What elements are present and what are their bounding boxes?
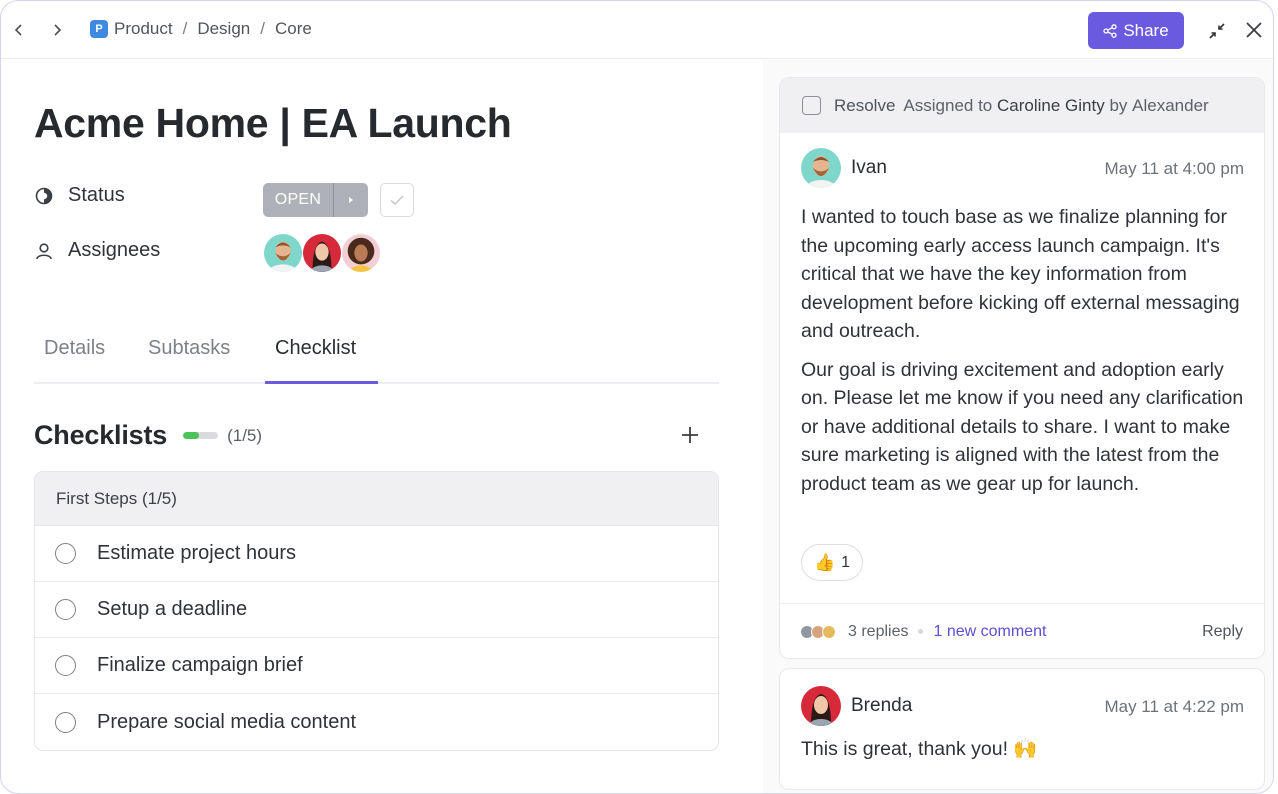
tab-subtasks[interactable]: Subtasks [148,337,230,360]
checklist-group: First Steps (1/5) Estimate project hours… [34,471,719,751]
reaction-count: 1 [841,553,851,571]
collapse-icon [1209,23,1225,39]
checklist-progress-fill [183,432,199,439]
status-next-button[interactable] [333,183,368,217]
status-field: Status [34,184,125,207]
reply-avatars [800,624,836,639]
assignee-list [263,233,381,273]
replies-link[interactable]: 3 replies [848,623,908,641]
comment-author: Brenda [851,695,913,716]
breadcrumb-core[interactable]: Core [275,19,312,39]
checklists-header: Checklists (1/5) [34,420,262,451]
comments-pane: Resolve Assigned to Caroline Ginty by Al… [763,60,1273,793]
tab-checklist[interactable]: Checklist [275,337,356,360]
checklist-group-title[interactable]: First Steps (1/5) [35,472,718,526]
mini-avatar [822,624,836,639]
assignees-label: Assignees [68,239,161,261]
checklist-item[interactable]: Prepare social media content [35,694,718,750]
comment: Brenda May 11 at 4:22 pm This is great, … [779,668,1265,790]
checklist-progress-count: (1/5) [227,425,263,445]
comment-thread: Resolve Assigned to Caroline Ginty by Al… [779,77,1265,659]
share-icon [1103,23,1117,38]
breadcrumb-separator: / [182,19,188,38]
task-window: P Product / Design / Core Share Acme Hom… [0,0,1274,794]
checklist-item-text: Setup a deadline [97,598,248,620]
thread-assigner: Alexander [1132,95,1209,115]
checklist-item[interactable]: Estimate project hours [35,526,718,582]
forward-button[interactable] [47,19,67,41]
checklist-item-text: Finalize campaign brief [97,654,303,676]
reply-button[interactable]: Reply [1202,623,1243,641]
checklists-title: Checklists [34,420,168,450]
comment-paragraph: I wanted to touch base as we finalize pl… [801,206,1240,342]
avatar-brenda[interactable] [302,233,342,273]
reaction-thumbs-up[interactable]: 👍 1 [801,544,863,581]
resolve-checkbox[interactable] [802,96,821,115]
thumbs-up-icon: 👍 [813,552,836,572]
space-icon: P [90,20,108,38]
comment-body: This is great, thank you! 🙌 [801,738,1038,760]
by-prefix: by [1109,95,1128,115]
plus-icon [682,427,698,443]
chevron-left-icon [14,24,22,36]
checklist-item-text: Estimate project hours [97,542,296,564]
comment-author: Ivan [851,157,887,178]
status-dropdown[interactable]: OPEN [263,183,368,217]
comment-header: Ivan May 11 at 4:00 pm [780,133,1264,193]
tab-details[interactable]: Details [44,337,105,360]
comment-time: May 11 at 4:00 pm [1104,159,1244,178]
assigned-prefix: Assigned to [903,95,993,115]
active-tab-indicator [265,381,378,384]
new-comment-link[interactable]: 1 new comment [933,623,1046,641]
status-icon [34,186,54,206]
avatar-assignee-3[interactable] [341,233,381,273]
task-tabs: Details Subtasks Checklist [34,324,719,384]
close-button[interactable] [1243,19,1265,41]
caret-right-icon [349,197,353,203]
status-label: Status [68,184,125,206]
add-checklist-button[interactable] [678,423,702,447]
breadcrumb-design[interactable]: Design [197,19,250,39]
comment-body: I wanted to touch base as we finalize pl… [780,193,1264,498]
user-icon [34,241,54,261]
comment-footer: 3 replies 1 new comment Reply [780,603,1264,658]
checklist-item-checkbox[interactable] [55,711,76,733]
share-button[interactable]: Share [1088,12,1184,49]
avatar-brenda[interactable] [801,686,841,726]
back-button[interactable] [9,19,29,41]
avatar-ivan[interactable] [263,233,303,273]
checklist-item-checkbox[interactable] [55,599,76,620]
avatar-ivan[interactable] [801,148,841,188]
share-label: Share [1123,20,1169,40]
checklist-item[interactable]: Setup a deadline [35,582,718,638]
comment-paragraph: Our goal is driving excitement and adopt… [801,358,1244,495]
resolve-bar: Resolve Assigned to Caroline Ginty by Al… [780,78,1264,133]
chevron-right-icon [54,24,62,36]
breadcrumb: P Product / Design / Core [90,19,312,39]
checklist-progress-bar [183,432,219,439]
check-icon [390,195,404,206]
close-icon [1246,22,1262,38]
checklist-item[interactable]: Finalize campaign brief [35,638,718,694]
comment-header: Brenda May 11 at 4:22 pm [780,669,1264,731]
complete-task-button[interactable] [380,183,414,217]
task-details-pane: Acme Home | EA Launch Status OPEN Assign… [1,60,763,793]
task-title[interactable]: Acme Home | EA Launch [34,100,512,147]
checklist-item-checkbox[interactable] [55,543,76,564]
assignees-field: Assignees [34,239,160,262]
separator-dot [918,629,924,634]
checklist-item-checkbox[interactable] [55,655,76,676]
status-value: OPEN [274,191,322,208]
breadcrumb-separator: / [260,19,265,38]
top-bar: P Product / Design / Core Share [1,1,1273,59]
collapse-button[interactable] [1206,20,1228,42]
breadcrumb-product[interactable]: Product [114,19,173,39]
checklist-item-text: Prepare social media content [97,710,357,733]
thread-assignee[interactable]: Caroline Ginty [997,96,1105,116]
comment-time: May 11 at 4:22 pm [1104,697,1244,716]
resolve-label[interactable]: Resolve [834,96,895,116]
